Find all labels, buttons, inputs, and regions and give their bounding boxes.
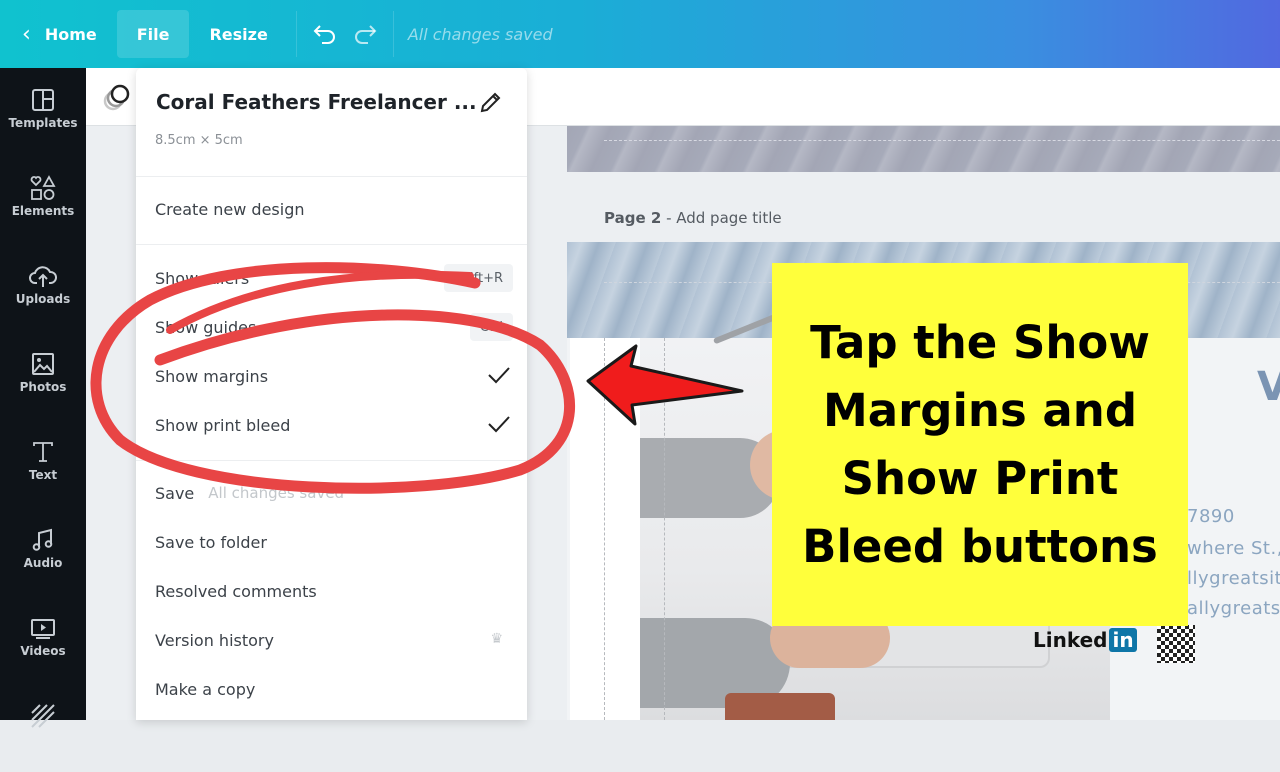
redo-button[interactable] xyxy=(345,14,385,54)
margin-line xyxy=(604,338,605,720)
menu-item-show-print-bleed[interactable]: Show print bleed xyxy=(136,402,527,448)
menu-item-make-a-copy[interactable]: Make a copy xyxy=(136,666,527,712)
sidebar-item-label: Templates xyxy=(8,116,78,130)
file-menu-button[interactable]: File xyxy=(116,10,190,58)
sidebar-item-audio[interactable]: Audio xyxy=(0,526,86,596)
menu-item-save[interactable]: Save All changes saved xyxy=(136,470,527,516)
sidebar-item-label: Audio xyxy=(23,556,63,570)
chevron-left-icon: ‹ xyxy=(22,21,31,47)
divider xyxy=(136,244,527,245)
phone-image xyxy=(725,693,835,720)
save-status: All changes saved xyxy=(208,484,345,502)
page-number: Page 2 xyxy=(604,209,662,227)
file-menu: Coral Feathers Freelancer ... 8.5cm × 5c… xyxy=(136,68,527,720)
callout-text: Tap the Show Margins and Show Print Blee… xyxy=(802,315,1158,573)
resize-label: Resize xyxy=(209,24,268,44)
sidebar-item-background[interactable] xyxy=(0,702,86,772)
divider xyxy=(136,176,527,177)
upload-cloud-icon xyxy=(29,262,57,290)
sidebar-item-label: Uploads xyxy=(15,292,71,306)
menu-item-label: Resolved comments xyxy=(155,581,317,601)
menu-item-label: Show print bleed xyxy=(155,415,291,435)
menu-item-label: Save xyxy=(155,483,195,503)
color-circles-icon xyxy=(103,84,130,111)
menu-item-label: Version history xyxy=(155,630,274,650)
card-left-strip xyxy=(570,338,642,720)
menu-item-save-to-folder[interactable]: Save to folder xyxy=(136,519,527,565)
menu-item-label: Show guides xyxy=(155,317,257,337)
top-bar: ‹ Home File Resize All changes saved xyxy=(0,0,1280,68)
page-2-title[interactable]: Page 2 - Add page title xyxy=(604,209,782,227)
menu-item-show-rulers[interactable]: Show rulers Shift+R xyxy=(136,255,527,301)
linkedin-logo: Linked in xyxy=(1033,628,1137,652)
card-address: where St., xyxy=(1187,538,1280,559)
menu-item-show-margins[interactable]: Show margins xyxy=(136,353,527,399)
divider xyxy=(136,460,527,461)
text-icon xyxy=(29,438,57,466)
music-note-icon xyxy=(29,526,57,554)
shortcut-hint: Shift+R xyxy=(443,264,513,292)
resize-button[interactable]: Resize xyxy=(189,10,287,58)
card-website: llygreatsite xyxy=(1187,568,1280,589)
add-page-title: - Add page title xyxy=(661,209,782,227)
color-tool-button[interactable] xyxy=(100,80,134,114)
image-icon xyxy=(29,350,57,378)
menu-item-label: Show rulers xyxy=(155,268,250,288)
home-button[interactable]: ‹ Home xyxy=(0,10,117,58)
instruction-callout: Tap the Show Margins and Show Print Blee… xyxy=(772,263,1188,626)
menu-item-label: Create new design xyxy=(155,199,305,219)
design-dimensions: 8.5cm × 5cm xyxy=(155,133,243,148)
menu-item-label: Make a copy xyxy=(155,679,256,699)
sidebar-item-photos[interactable]: Photos xyxy=(0,350,86,420)
card-heading: V xyxy=(1257,364,1280,410)
qr-code xyxy=(1157,625,1195,663)
sidebar-item-label: Photos xyxy=(19,380,67,394)
menu-item-resolved-comments[interactable]: Resolved comments xyxy=(136,568,527,614)
menu-item-show-guides[interactable]: Show guides Ctrl xyxy=(136,304,527,350)
sidebar-item-videos[interactable]: Videos xyxy=(0,614,86,684)
menu-item-version-history[interactable]: Version history ♛ xyxy=(136,617,527,663)
shortcut-hint: Ctrl xyxy=(469,313,513,341)
sidebar-item-label: Text xyxy=(28,468,58,482)
divider xyxy=(295,11,297,57)
menu-item-create-new-design[interactable]: Create new design xyxy=(136,186,527,232)
card-email: allygreatsit xyxy=(1187,598,1280,619)
sidebar-item-uploads[interactable]: Uploads xyxy=(0,262,86,332)
sidebar: Templates Elements Uploads Photos Text A… xyxy=(0,68,86,728)
video-play-icon xyxy=(29,614,57,642)
sidebar-item-text[interactable]: Text xyxy=(0,438,86,508)
bleed-line xyxy=(604,140,1280,141)
crown-icon: ♛ xyxy=(490,631,503,647)
save-status: All changes saved xyxy=(407,24,553,44)
margin-line xyxy=(664,338,665,720)
linkedin-in-badge: in xyxy=(1109,628,1137,652)
file-label: File xyxy=(136,24,170,44)
sidebar-item-label: Videos xyxy=(20,644,66,658)
card-phone: 7890 xyxy=(1187,506,1235,527)
design-title[interactable]: Coral Feathers Freelancer ... xyxy=(156,90,477,114)
undo-button[interactable] xyxy=(305,14,345,54)
background-stripes-icon xyxy=(29,702,57,730)
sidebar-item-elements[interactable]: Elements xyxy=(0,174,86,244)
menu-item-label: Show margins xyxy=(155,366,269,386)
checkmark-icon xyxy=(488,416,510,433)
linkedin-text: Linked xyxy=(1033,628,1108,652)
sidebar-item-label: Elements xyxy=(11,204,75,218)
undo-icon xyxy=(313,25,335,44)
home-label: Home xyxy=(44,24,97,44)
divider xyxy=(392,11,394,57)
checkmark-icon xyxy=(488,367,510,384)
rename-button[interactable] xyxy=(477,90,503,116)
redo-icon xyxy=(354,25,377,44)
elements-icon xyxy=(29,174,57,202)
menu-item-label: Save to folder xyxy=(155,532,267,552)
canvas-page-1[interactable] xyxy=(567,126,1280,172)
sidebar-item-templates[interactable]: Templates xyxy=(0,86,86,156)
pencil-icon xyxy=(480,92,501,113)
templates-icon xyxy=(29,86,57,114)
